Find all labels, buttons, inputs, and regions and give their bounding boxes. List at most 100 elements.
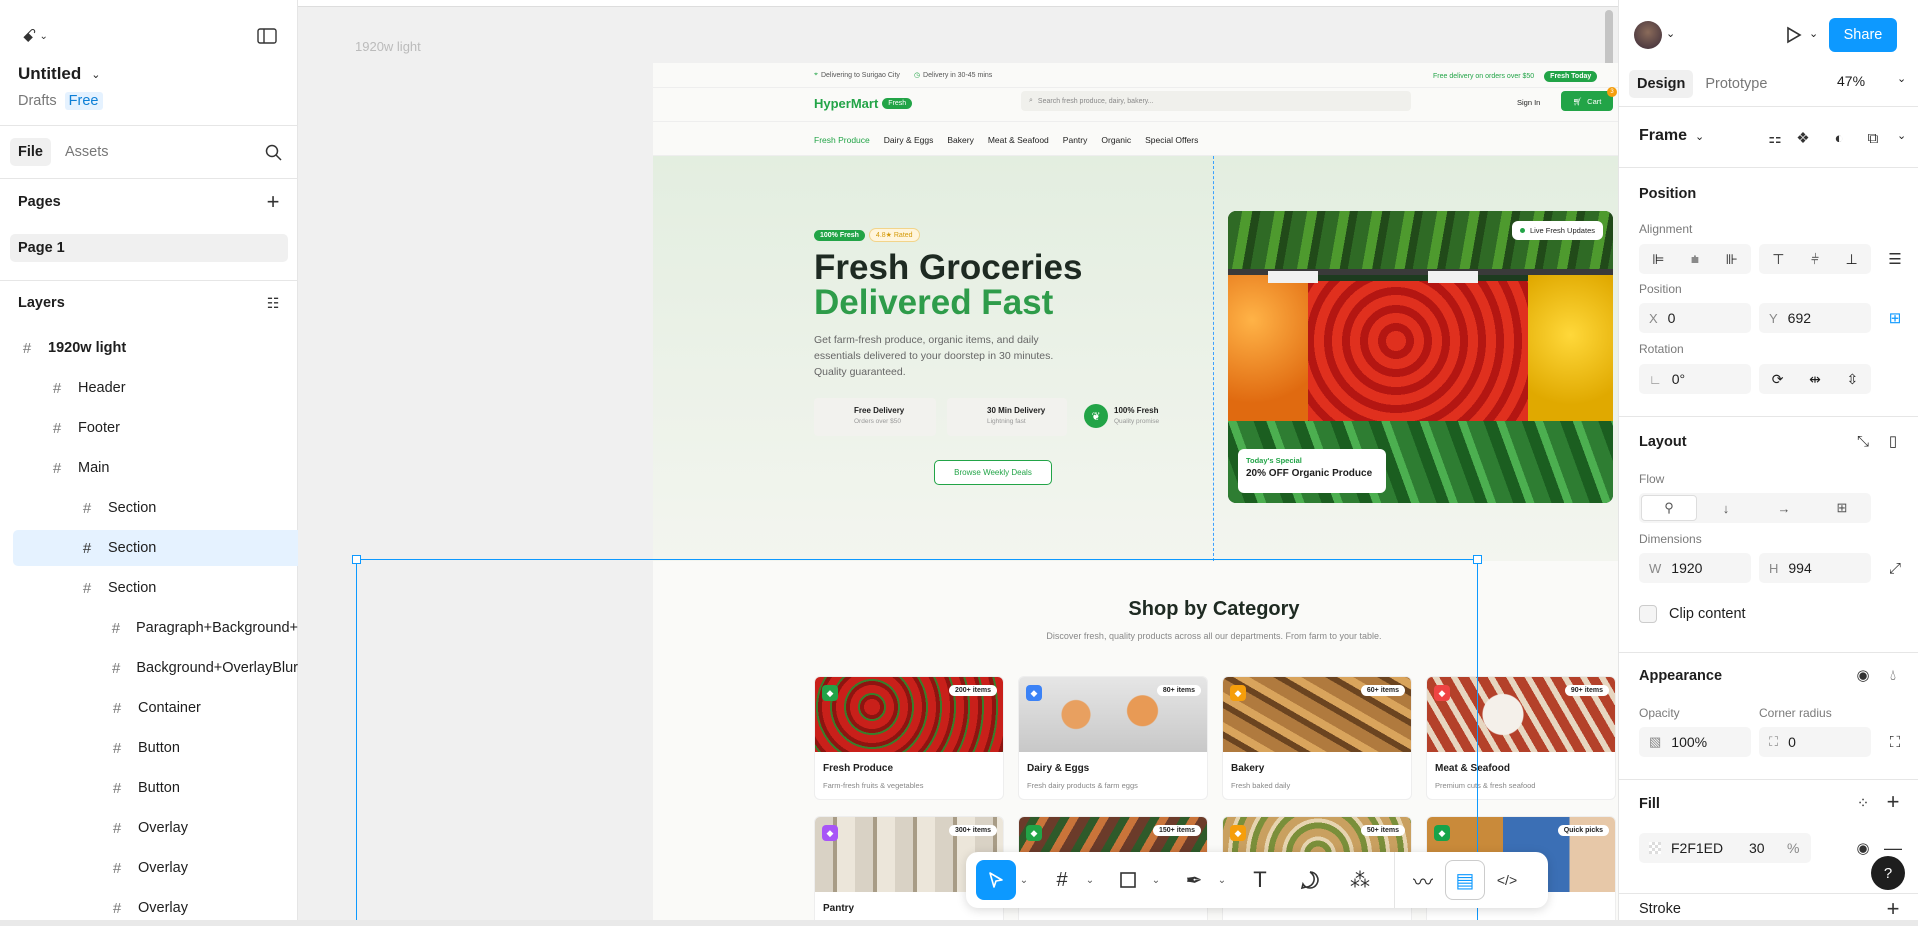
constraints-icon[interactable]: ⊞: [1885, 308, 1905, 328]
height-field[interactable]: H 994: [1759, 553, 1871, 583]
component-icon[interactable]: ❖: [1793, 128, 1813, 148]
site-nav-item[interactable]: Pantry: [1063, 135, 1088, 145]
opacity-field[interactable]: ▧ 100%: [1639, 727, 1751, 757]
blend-mode-icon[interactable]: 💧︎: [1883, 665, 1903, 685]
move-tool-button[interactable]: [976, 860, 1016, 900]
chevron-down-icon[interactable]: ⌄: [1897, 72, 1906, 85]
layers-filter-icon[interactable]: ☷: [262, 292, 284, 314]
flow-horizontal-icon[interactable]: →: [1755, 501, 1813, 516]
layer-item[interactable]: # Overlay: [0, 890, 298, 926]
chevron-down-icon[interactable]: ⌄: [1809, 27, 1818, 40]
align-right-icon[interactable]: ⊪: [1726, 251, 1738, 268]
rotation-field[interactable]: ∟ 0°: [1639, 364, 1751, 394]
distribute-icon[interactable]: ☰: [1885, 249, 1905, 269]
flip-horizontal-icon[interactable]: ⇹: [1809, 371, 1821, 388]
actions-tool-button[interactable]: ⁂: [1340, 860, 1380, 900]
add-stroke-icon[interactable]: +: [1883, 896, 1903, 921]
width-field[interactable]: W 1920: [1639, 553, 1751, 583]
layer-item[interactable]: # Footer: [0, 410, 298, 446]
canvas[interactable]: 1920w light ⌖ Delivering to Surigao City…: [298, 0, 1618, 920]
add-fill-icon[interactable]: +: [1883, 789, 1903, 814]
text-tool-button[interactable]: T: [1240, 860, 1280, 900]
resize-handle[interactable]: [352, 555, 361, 564]
layer-item[interactable]: #1920w light: [0, 330, 298, 366]
rotate-icon[interactable]: ⟳: [1772, 371, 1784, 388]
layer-item[interactable]: # Overlay: [0, 810, 298, 846]
site-nav-item[interactable]: Fresh Produce: [814, 135, 870, 145]
browse-deals-button[interactable]: Browse Weekly Deals: [934, 460, 1052, 485]
layer-item[interactable]: # Section: [13, 530, 298, 566]
clip-content-checkbox[interactable]: [1639, 605, 1657, 623]
help-button[interactable]: ?: [1871, 856, 1905, 890]
chevron-down-icon[interactable]: ⌄: [1897, 129, 1906, 142]
resize-handle[interactable]: [1473, 555, 1482, 564]
collapse-icon[interactable]: ⤡: [1853, 431, 1873, 451]
flow-vertical-icon[interactable]: ↓: [1697, 501, 1755, 516]
layer-item[interactable]: # Section: [0, 570, 298, 606]
site-search-input[interactable]: ⌕ Search fresh produce, dairy, bakery...: [1021, 91, 1411, 111]
layer-item[interactable]: # Button: [0, 730, 298, 766]
zoom-level[interactable]: 47%: [1837, 73, 1865, 89]
fill-field[interactable]: F2F1ED 30 %: [1639, 833, 1811, 863]
layer-item[interactable]: # Button: [0, 770, 298, 806]
layer-item[interactable]: # Overlay: [0, 850, 298, 886]
tab-design[interactable]: Design: [1629, 70, 1694, 98]
layer-item[interactable]: # Container: [0, 690, 298, 726]
site-logo[interactable]: HyperMart: [814, 96, 878, 111]
search-icon[interactable]: [262, 141, 284, 163]
layer-item[interactable]: # Paragraph+Background+: [0, 610, 298, 646]
site-nav-item[interactable]: Meat & Seafood: [988, 135, 1049, 145]
align-bottom-icon[interactable]: ⊥: [1846, 251, 1858, 268]
frame-label[interactable]: 1920w light: [355, 39, 421, 54]
tab-file[interactable]: File: [10, 138, 51, 166]
styles-icon[interactable]: ⁘: [1853, 793, 1873, 813]
chevron-down-icon[interactable]: ⌄: [1148, 875, 1164, 886]
shape-tool-button[interactable]: [1108, 860, 1148, 900]
grid-icon[interactable]: ⚏: [1765, 128, 1785, 148]
chevron-down-icon[interactable]: ⌄: [1666, 27, 1675, 40]
layer-item[interactable]: # Main: [0, 450, 298, 486]
site-nav-item[interactable]: Organic: [1101, 135, 1131, 145]
align-left-icon[interactable]: ⊫: [1652, 251, 1664, 268]
resize-to-fit-icon[interactable]: ⤢: [1885, 558, 1905, 578]
figma-menu-icon[interactable]: ꗃ ⌄: [18, 24, 52, 48]
align-middle-icon[interactable]: ⫩: [1811, 251, 1819, 268]
flow-freeform-icon[interactable]: ⚲: [1641, 495, 1697, 521]
flip-vertical-icon[interactable]: ⇳: [1846, 371, 1858, 388]
sign-in-link[interactable]: Sign In: [1517, 98, 1540, 107]
frame-type-label[interactable]: Frame: [1639, 127, 1687, 145]
share-button[interactable]: Share: [1829, 18, 1897, 52]
align-top-icon[interactable]: ⊤: [1772, 251, 1784, 268]
tab-assets[interactable]: Assets: [65, 144, 109, 160]
dev-mode-button[interactable]: </>: [1487, 860, 1527, 900]
mask-icon[interactable]: ◐: [1829, 128, 1849, 148]
chevron-down-icon[interactable]: ⌄: [1695, 130, 1704, 143]
draw-mode-button[interactable]: 〰: [1403, 860, 1443, 900]
chevron-down-icon[interactable]: ⌄: [1016, 875, 1032, 886]
x-position-field[interactable]: X0: [1639, 303, 1751, 333]
eye-icon[interactable]: ◉: [1853, 838, 1873, 858]
pen-tool-button[interactable]: ✒︎: [1174, 860, 1214, 900]
file-title[interactable]: Untitled: [18, 64, 81, 84]
tab-prototype[interactable]: Prototype: [1705, 76, 1767, 92]
site-nav-item[interactable]: Dairy & Eggs: [884, 135, 934, 145]
drafts-label[interactable]: Drafts: [18, 93, 57, 109]
corner-radius-field[interactable]: ⛶ 0: [1759, 727, 1871, 757]
sidebar-toggle-icon[interactable]: [254, 24, 280, 48]
chevron-down-icon[interactable]: ⌄: [1082, 875, 1098, 886]
layer-item[interactable]: # Background+OverlayBlur: [0, 650, 298, 686]
align-center-h-icon[interactable]: ⩧: [1691, 251, 1699, 268]
avatar[interactable]: [1634, 21, 1662, 49]
site-nav-item[interactable]: Bakery: [947, 135, 973, 145]
remove-fill-icon[interactable]: —: [1883, 838, 1903, 858]
chevron-down-icon[interactable]: ⌄: [1214, 875, 1230, 886]
comment-tool-button[interactable]: [1290, 860, 1330, 900]
boolean-icon[interactable]: ⧉: [1863, 128, 1883, 148]
flow-grid-icon[interactable]: ⊞: [1813, 500, 1871, 516]
chevron-down-icon[interactable]: ⌄: [91, 68, 100, 81]
frame-tool-button[interactable]: #: [1042, 860, 1082, 900]
layer-item[interactable]: # Section: [0, 490, 298, 526]
layout-options-icon[interactable]: ▯: [1883, 431, 1903, 451]
individual-corners-icon[interactable]: ⛶: [1885, 732, 1905, 752]
page-item-page-1[interactable]: Page 1: [10, 234, 288, 262]
